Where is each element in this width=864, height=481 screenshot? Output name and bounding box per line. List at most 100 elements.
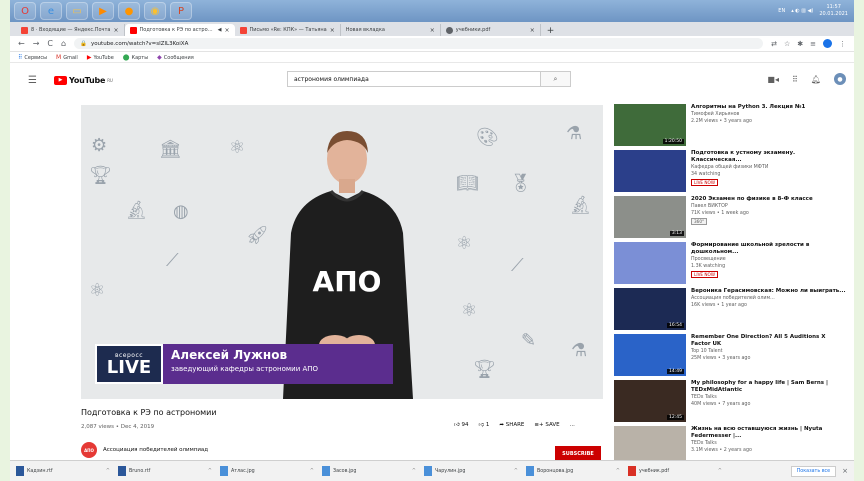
video-thumbnail[interactable]: 3:13 xyxy=(614,196,686,238)
bell-icon[interactable]: 🔔︎ xyxy=(811,75,821,84)
more-button[interactable]: ... xyxy=(570,422,575,428)
recommended-channel[interactable]: TEDx Talks xyxy=(691,441,846,447)
dislike-button[interactable]: 👎︎ 1 xyxy=(479,422,490,428)
audio-icon[interactable]: ◀ xyxy=(218,27,222,33)
save-button[interactable]: ≡+ SAVE xyxy=(534,422,559,428)
recommended-title[interactable]: Формирование школьной зрелости в дошколь… xyxy=(691,242,846,256)
media-icon[interactable]: ▶ xyxy=(92,2,114,20)
recommended-title[interactable]: Вероника Герасимовская: Можно ли выиграт… xyxy=(691,288,846,295)
video-thumbnail[interactable]: 14:49 xyxy=(614,334,686,376)
browser-tab-active[interactable]: Подготовка к РЭ по астрономии◀× xyxy=(124,24,235,36)
bookmark-apps[interactable]: ⠿ Сервисы xyxy=(18,54,47,61)
recommended-video[interactable]: 1:20:50 Алгоритмы на Python 3. Лекция №1 Т… xyxy=(614,104,846,150)
recommended-title[interactable]: Жизнь на всю оставшуюся жизнь | Nyuta Fe… xyxy=(691,426,846,440)
show-all-downloads-button[interactable]: Показать все xyxy=(790,465,837,477)
chevron-up-icon[interactable]: ^ xyxy=(718,468,722,474)
video-thumbnail[interactable]: 16:54 xyxy=(614,288,686,330)
search-input[interactable]: астрономия олимпиада xyxy=(287,71,541,87)
share-button[interactable]: ➦ SHARE xyxy=(499,422,524,428)
recommended-video[interactable]: 3:13 2020 Экзамен по физике в 8-Ф классе П… xyxy=(614,196,846,242)
close-icon[interactable]: × xyxy=(842,467,848,475)
youtube-logo[interactable]: ▶ YouTube RU xyxy=(54,75,113,85)
video-player[interactable]: ⚙ 🏛︎ ⚛ 🏆︎ 🔬︎ ◍ 🚀︎ ⟋ ⚛ 🎨︎ ⚗ 📖︎ 🏅︎ 🔬︎ ⚛ ⟋ … xyxy=(81,105,603,399)
chevron-up-icon[interactable]: ^ xyxy=(310,468,314,474)
video-thumbnail[interactable] xyxy=(614,150,686,192)
video-thumbnail[interactable] xyxy=(614,242,686,284)
recommended-title[interactable]: 2020 Экзамен по физике в 8-Ф классе xyxy=(691,196,846,203)
hamburger-menu-icon[interactable]: ☰ xyxy=(28,75,48,86)
clock[interactable]: 11:57 20.01.2021 xyxy=(819,4,848,18)
extension-icon[interactable]: ✱ xyxy=(797,40,803,48)
language-indicator[interactable]: EN xyxy=(778,8,785,14)
address-input[interactable]: 🔒 youtube.com/watch?v=sIZlL3KoiXA xyxy=(74,38,764,49)
video-thumbnail[interactable]: 1:20:50 xyxy=(614,104,686,146)
recommended-channel[interactable]: TEDx Talks xyxy=(691,395,846,401)
close-icon[interactable]: × xyxy=(113,27,118,34)
bookmark-youtube[interactable]: ▶ YouTube xyxy=(87,54,114,61)
search-button[interactable]: ⌕ xyxy=(541,71,571,87)
ie-icon[interactable]: e xyxy=(40,2,62,20)
browser-tab[interactable]: учебники.pdf × xyxy=(441,24,541,36)
chevron-up-icon[interactable]: ^ xyxy=(412,468,416,474)
download-item[interactable]: учебник.pdf ^ xyxy=(628,466,730,476)
browser-tab[interactable]: Новая вкладка × xyxy=(341,24,441,36)
bookmark-maps[interactable]: ⬤ Карты xyxy=(123,54,148,61)
bookmark-gmail[interactable]: M Gmail xyxy=(56,54,78,61)
recommended-video[interactable]: Формирование школьной зрелости в дошколь… xyxy=(614,242,846,288)
bookmark-messages[interactable]: ◆ Сообщения xyxy=(157,54,194,61)
translate-icon[interactable]: ⇄ xyxy=(771,40,777,48)
browser-tab[interactable]: 8 · Входящие — Яндекс.Почта × xyxy=(16,24,125,36)
subscribe-button[interactable]: SUBSCRIBE xyxy=(555,446,601,461)
account-avatar[interactable]: ● xyxy=(834,73,846,85)
close-icon[interactable]: × xyxy=(430,27,435,34)
download-item[interactable]: Чарулин.jpg ^ xyxy=(424,466,526,476)
recommended-video[interactable]: 14:49 Remember One Direction? All 5 Audit… xyxy=(614,334,846,380)
download-item[interactable]: Кадзин.rtf ^ xyxy=(16,466,118,476)
apps-grid-icon[interactable]: ⠿ xyxy=(792,75,798,84)
recommended-title[interactable]: Remember One Direction? All 5 Auditions … xyxy=(691,334,846,348)
chevron-up-icon[interactable]: ^ xyxy=(208,468,212,474)
chrome-icon[interactable]: ◉ xyxy=(144,2,166,20)
create-video-icon[interactable]: ■◂ xyxy=(767,75,779,84)
recommended-channel[interactable]: Кафедра общей физики МФТИ xyxy=(691,165,846,171)
star-icon[interactable]: ☆ xyxy=(784,40,790,48)
recommended-video[interactable]: Подготовка к устному экзамену. Классичес… xyxy=(614,150,846,196)
recommended-title[interactable]: My philosophy for a happy life | Sam Ber… xyxy=(691,380,846,394)
close-icon[interactable]: × xyxy=(224,27,229,34)
chevron-up-icon[interactable]: ^ xyxy=(616,468,620,474)
recommended-title[interactable]: Алгоритмы на Python 3. Лекция №1 xyxy=(691,104,846,111)
channel-name[interactable]: Ассоциация победителей олимпиад xyxy=(103,447,208,453)
recommended-channel[interactable]: Просвещение xyxy=(691,257,846,263)
recommended-channel[interactable]: Top 10 Talent xyxy=(691,349,846,355)
download-item[interactable]: Воронцова.jpg ^ xyxy=(526,466,628,476)
forward-icon[interactable]: → xyxy=(33,39,40,48)
opera-icon[interactable]: O xyxy=(14,2,36,20)
recommended-video[interactable]: 16:54 Вероника Герасимовская: Можно ли вы… xyxy=(614,288,846,334)
download-item[interactable]: Bruno.rtf ^ xyxy=(118,466,220,476)
download-item[interactable]: Атлас.jpg ^ xyxy=(220,466,322,476)
recommended-channel[interactable]: Тимофей Хирьянов xyxy=(691,112,846,118)
profile-avatar[interactable] xyxy=(823,39,832,48)
channel-avatar[interactable]: АПО xyxy=(81,442,97,458)
download-item[interactable]: Засов.jpg ^ xyxy=(322,466,424,476)
reload-icon[interactable]: C xyxy=(47,39,53,48)
kebab-menu-icon[interactable]: ⋮ xyxy=(839,40,846,48)
menu-list-icon[interactable]: ≡ xyxy=(810,40,816,48)
chevron-up-icon[interactable]: ^ xyxy=(514,468,518,474)
back-icon[interactable]: ← xyxy=(18,39,25,48)
recommended-channel[interactable]: Павел ВИКТОР xyxy=(691,204,846,210)
video-thumbnail[interactable]: 12:45 xyxy=(614,380,686,422)
recommended-channel[interactable]: Ассоциация победителей олим... xyxy=(691,296,846,302)
close-icon[interactable]: × xyxy=(330,27,335,34)
powerpoint-icon[interactable]: P xyxy=(170,2,192,20)
close-icon[interactable]: × xyxy=(530,27,535,34)
chevron-up-icon[interactable]: ^ xyxy=(106,468,110,474)
recommended-video[interactable]: 12:45 My philosophy for a happy life | Sa… xyxy=(614,380,846,426)
explorer-icon[interactable]: ▭ xyxy=(66,2,88,20)
tray-icons[interactable]: ▴ ◐ ▥ ◀) xyxy=(791,8,813,14)
like-button[interactable]: 👍︎ 94 xyxy=(454,422,469,428)
home-icon[interactable]: ⌂ xyxy=(61,39,66,48)
firefox-icon[interactable]: ● xyxy=(118,2,140,20)
recommended-title[interactable]: Подготовка к устному экзамену. Классичес… xyxy=(691,150,846,164)
browser-tab[interactable]: Письмо «Re: КПК» — Татьяна × xyxy=(235,24,341,36)
